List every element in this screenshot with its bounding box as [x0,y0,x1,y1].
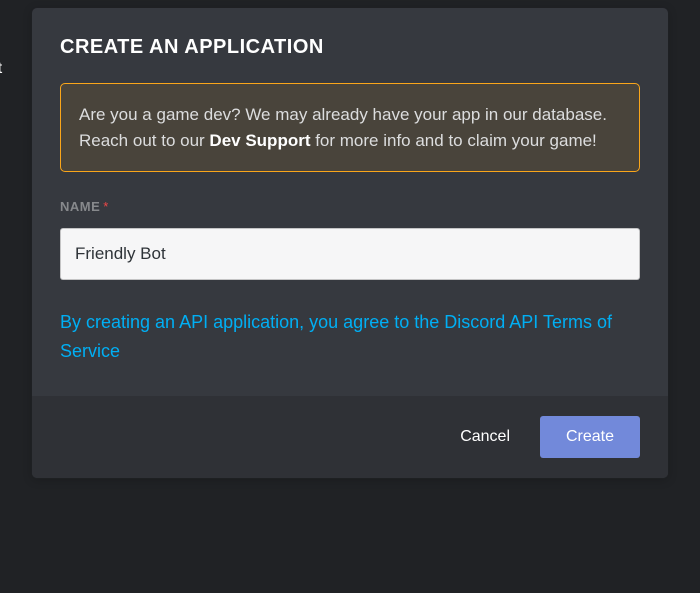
modal-title: CREATE AN APPLICATION [60,36,640,59]
background-text: eat [0,60,2,78]
create-application-modal: CREATE AN APPLICATION Are you a game dev… [32,8,668,478]
application-name-input[interactable] [60,228,640,280]
required-asterisk: * [103,199,108,214]
name-label-row: NAME* [60,198,640,216]
create-button[interactable]: Create [540,416,640,458]
modal-body: CREATE AN APPLICATION Are you a game dev… [32,8,668,396]
dev-info-text: Are you a game dev? We may already have … [79,102,621,153]
dev-info-box: Are you a game dev? We may already have … [60,83,640,172]
cancel-button[interactable]: Cancel [448,418,522,456]
name-field-label: NAME [60,199,100,214]
dev-info-text-after: for more info and to claim your game! [310,131,596,150]
dev-support-link[interactable]: Dev Support [209,131,310,150]
tos-link[interactable]: By creating an API application, you agre… [60,308,640,366]
modal-footer: Cancel Create [32,396,668,478]
